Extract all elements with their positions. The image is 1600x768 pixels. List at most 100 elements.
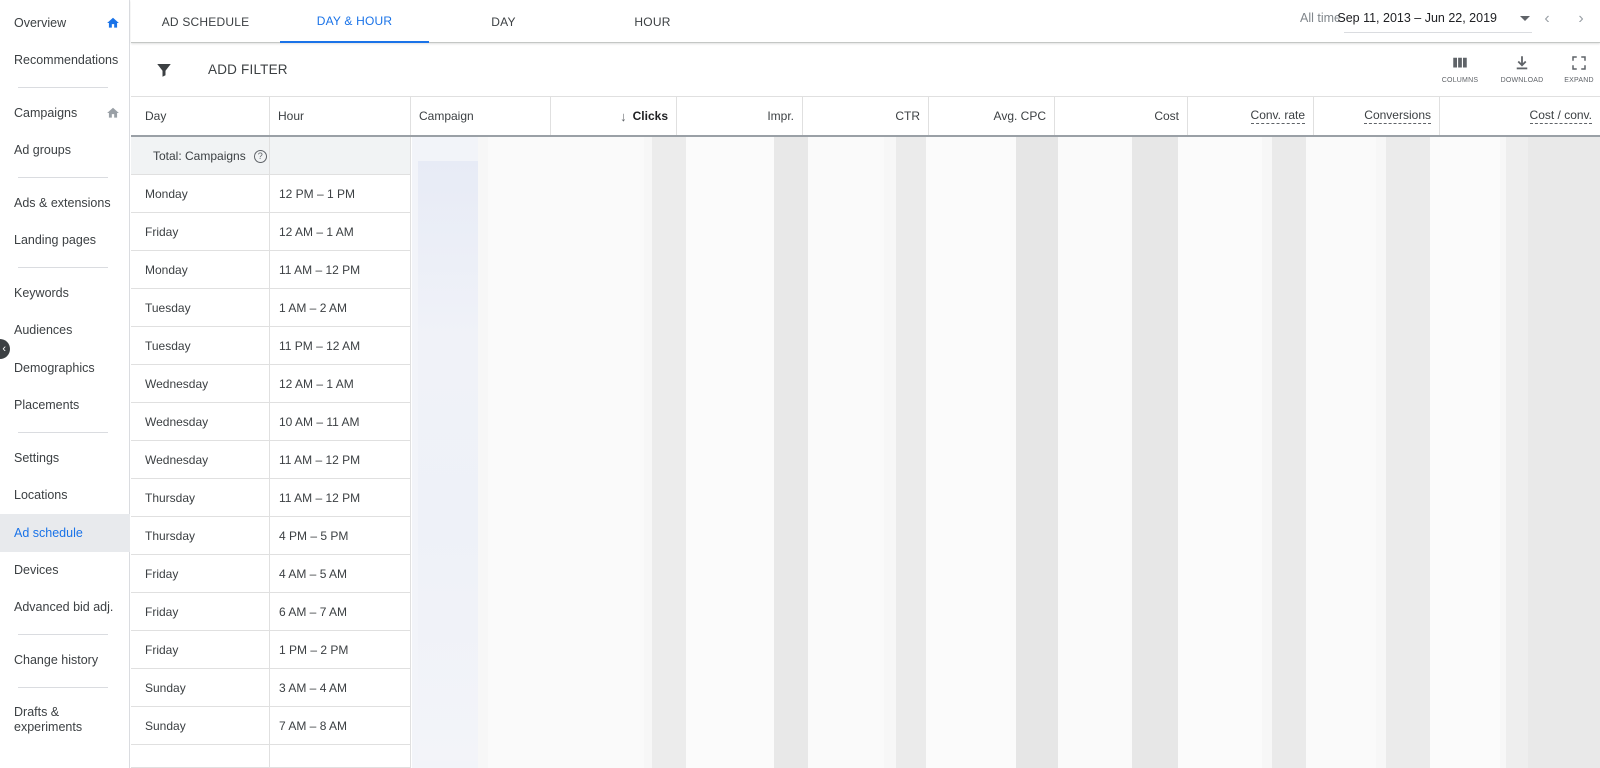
sidebar-item-campaigns[interactable]: Campaigns bbox=[0, 94, 130, 132]
sidebar-item-landing-pages[interactable]: Landing pages bbox=[0, 221, 130, 259]
tab-day-hour[interactable]: DAY & HOUR bbox=[280, 0, 429, 43]
column-header-hour[interactable]: Hour bbox=[270, 97, 411, 135]
table-row[interactable]: Monday 12 PM – 1 PM bbox=[131, 175, 411, 213]
download-button[interactable]: DOWNLOAD bbox=[1496, 54, 1548, 94]
expand-button[interactable]: EXPAND bbox=[1553, 54, 1600, 94]
sidebar-item-change-history[interactable]: Change history bbox=[0, 641, 130, 679]
sidebar-item-recommendations[interactable]: Recommendations bbox=[0, 41, 130, 79]
sidebar-item-overview[interactable]: Overview bbox=[0, 4, 130, 42]
download-icon bbox=[1516, 56, 1528, 70]
redacted-column bbox=[1506, 137, 1528, 768]
tab-ad-schedule[interactable]: AD SCHEDULE bbox=[131, 0, 280, 43]
sidebar-item-ad-groups[interactable]: Ad groups bbox=[0, 131, 130, 169]
sidebar-item-advanced-bid-adj[interactable]: Advanced bid adj. bbox=[0, 588, 130, 626]
redacted-block bbox=[418, 161, 478, 761]
table-row[interactable]: Friday 6 AM – 7 AM bbox=[131, 593, 411, 631]
columns-label: COLUMNS bbox=[1441, 77, 1479, 84]
table-row[interactable]: Sunday 3 AM – 4 AM bbox=[131, 669, 411, 707]
table-row[interactable]: Wednesday 11 AM – 12 PM bbox=[131, 441, 411, 479]
table-row[interactable]: Thursday 11 AM – 12 PM bbox=[131, 479, 411, 517]
cell-day: Friday bbox=[131, 631, 270, 669]
dropdown-arrow-icon[interactable] bbox=[1520, 16, 1530, 21]
expand-label: EXPAND bbox=[1564, 77, 1594, 84]
column-header-ctr[interactable]: CTR bbox=[803, 97, 929, 135]
date-range-selector[interactable]: Sep 11, 2013 – Jun 22, 2019 bbox=[1337, 11, 1497, 25]
sidebar-item-label: Ad schedule bbox=[14, 526, 83, 540]
tab-day[interactable]: DAY bbox=[429, 0, 578, 43]
cell-hour: 11 AM – 12 PM bbox=[270, 251, 411, 289]
column-header-cost-conv[interactable]: Cost / conv. bbox=[1440, 97, 1600, 135]
sidebar-item-devices[interactable]: Devices bbox=[0, 551, 130, 589]
filter-icon[interactable] bbox=[155, 61, 173, 79]
sidebar-item-label: Demographics bbox=[14, 361, 95, 375]
sidebar-item-placements[interactable]: Placements bbox=[0, 386, 130, 424]
cell-day: Friday bbox=[131, 213, 270, 251]
header-label: Conv. rate bbox=[1250, 108, 1305, 124]
sidebar-item-label: Recommendations bbox=[14, 53, 119, 67]
sort-descending-icon: ↓ bbox=[620, 108, 627, 124]
cell-hour: 10 AM – 11 AM bbox=[270, 403, 411, 441]
redacted-column bbox=[1430, 137, 1500, 768]
cell-hour: 11 AM – 12 PM bbox=[270, 441, 411, 479]
sidebar-item-drafts-experiments[interactable]: Drafts & experiments bbox=[0, 700, 90, 740]
header-label: CTR bbox=[895, 109, 920, 123]
cell-day: Thursday bbox=[131, 517, 270, 555]
filter-bar: ADD FILTER COLUMNS DOWNLOAD EXPAND bbox=[131, 44, 1600, 97]
help-icon[interactable]: ? bbox=[253, 149, 267, 163]
sidebar-item-audiences[interactable]: Audiences bbox=[0, 311, 130, 349]
columns-button[interactable]: COLUMNS bbox=[1434, 54, 1486, 94]
sidebar-divider bbox=[18, 177, 108, 178]
redacted-column bbox=[1306, 137, 1376, 768]
table-row[interactable]: Monday 11 AM – 12 PM bbox=[131, 251, 411, 289]
sidebar-item-label: Drafts & experiments bbox=[14, 705, 83, 734]
chevron-right-icon: › bbox=[1578, 10, 1584, 27]
header-label: Clicks bbox=[632, 109, 668, 123]
columns-icon bbox=[1453, 57, 1467, 68]
sidebar-item-ads-extensions[interactable]: Ads & extensions bbox=[0, 184, 130, 222]
header-label: Campaign bbox=[419, 109, 474, 123]
table-row[interactable]: Friday 4 AM – 5 AM bbox=[131, 555, 411, 593]
next-period-button[interactable]: › bbox=[1572, 10, 1590, 28]
add-filter-button[interactable]: ADD FILTER bbox=[208, 62, 288, 77]
cell-day: Monday bbox=[131, 251, 270, 289]
previous-period-button[interactable]: ‹ bbox=[1538, 10, 1556, 28]
cell-day: Friday bbox=[131, 593, 270, 631]
table-row[interactable]: Wednesday 10 AM – 11 AM bbox=[131, 403, 411, 441]
table-row[interactable]: Thursday 4 PM – 5 PM bbox=[131, 517, 411, 555]
sidebar-item-label: Landing pages bbox=[14, 233, 97, 247]
cell-day: Sunday bbox=[131, 707, 270, 745]
sidebar-item-demographics[interactable]: Demographics bbox=[0, 349, 130, 387]
sidebar-item-ad-schedule[interactable]: Ad schedule bbox=[0, 514, 130, 552]
redacted-column bbox=[652, 137, 686, 768]
sidebar-item-keywords[interactable]: Keywords bbox=[0, 274, 130, 312]
table-row[interactable]: Friday 1 PM – 2 PM bbox=[131, 631, 411, 669]
table-row[interactable]: Tuesday 11 PM – 12 AM bbox=[131, 327, 411, 365]
column-header-cost[interactable]: Cost bbox=[1055, 97, 1188, 135]
column-header-conversions[interactable]: Conversions bbox=[1314, 97, 1440, 135]
cell-day: Friday bbox=[131, 555, 270, 593]
column-header-campaign[interactable]: Campaign bbox=[411, 97, 551, 135]
tab-hour[interactable]: HOUR bbox=[578, 0, 727, 43]
tab-label: HOUR bbox=[634, 14, 671, 29]
table-row[interactable]: Tuesday 1 AM – 2 AM bbox=[131, 289, 411, 327]
home-icon bbox=[107, 107, 119, 118]
cell-day: Wednesday bbox=[131, 403, 270, 441]
column-header-day[interactable]: Day bbox=[131, 97, 270, 135]
table-row[interactable]: Friday 12 AM – 1 AM bbox=[131, 213, 411, 251]
column-header-impr[interactable]: Impr. bbox=[677, 97, 803, 135]
column-header-conv-rate[interactable]: Conv. rate bbox=[1188, 97, 1314, 135]
sidebar-item-label: Change history bbox=[14, 653, 99, 667]
sidebar: Overview Recommendations Campaigns Ad gr… bbox=[0, 0, 130, 768]
header-label: Cost bbox=[1154, 109, 1179, 123]
sidebar-divider bbox=[18, 634, 108, 635]
cell-day: Tuesday bbox=[131, 289, 270, 327]
column-header-clicks[interactable]: ↓ Clicks bbox=[551, 97, 677, 135]
column-header-avg-cpc[interactable]: Avg. CPC bbox=[929, 97, 1055, 135]
sidebar-item-settings[interactable]: Settings bbox=[0, 439, 130, 477]
cell-day bbox=[131, 745, 270, 768]
table-row[interactable]: Sunday 7 AM – 8 AM bbox=[131, 707, 411, 745]
redacted-data-region bbox=[412, 137, 1600, 768]
header-label: Cost / conv. bbox=[1529, 108, 1592, 124]
sidebar-item-locations[interactable]: Locations bbox=[0, 476, 130, 514]
table-row[interactable]: Wednesday 12 AM – 1 AM bbox=[131, 365, 411, 403]
